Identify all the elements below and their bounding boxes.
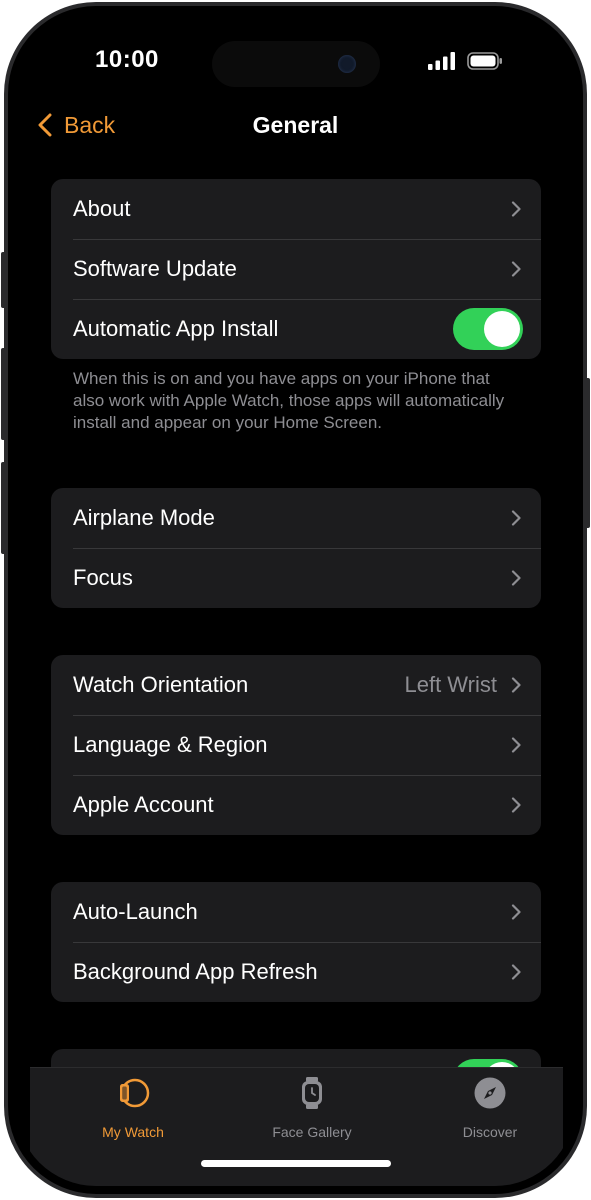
chevron-right-icon [511, 964, 521, 980]
row-background-app-refresh[interactable]: Background App Refresh [51, 942, 541, 1002]
row-label: Apple Account [73, 792, 214, 817]
tab-label: Face Gallery [272, 1124, 352, 1140]
row-label: Automatic App Install [73, 316, 279, 341]
tab-label: My Watch [102, 1124, 164, 1140]
compass-icon [474, 1077, 506, 1109]
row-label: Focus [73, 565, 133, 590]
settings-group-apps: Auto-Launch Background App Refresh [51, 882, 541, 1002]
row-label: Software Update [73, 256, 237, 281]
row-label: Language & Region [73, 732, 268, 757]
row-label: Auto-Launch [73, 899, 198, 924]
screen: 10:00 Back General About Software Update… [16, 14, 575, 1186]
toggle-knob [484, 311, 520, 347]
row-airplane-mode[interactable]: Airplane Mode [51, 488, 541, 548]
chevron-right-icon [511, 570, 521, 586]
row-label: Background App Refresh [73, 959, 318, 984]
tab-my-watch[interactable]: My Watch [58, 1076, 208, 1140]
chevron-right-icon [511, 510, 521, 526]
front-camera [338, 55, 356, 73]
row-language-region[interactable]: Language & Region [51, 715, 541, 775]
row-focus[interactable]: Focus [51, 548, 541, 608]
row-label: Airplane Mode [73, 505, 215, 530]
chevron-right-icon [511, 677, 521, 693]
navigation-bar: Back General [16, 100, 575, 150]
tab-label: Discover [462, 1124, 518, 1140]
watch-icon [120, 1078, 150, 1108]
watch-orientation-value: Left Wrist [404, 672, 497, 697]
automatic-app-install-footnote: When this is on and you have apps on you… [73, 369, 505, 432]
home-indicator[interactable] [201, 1160, 391, 1167]
automatic-app-install-toggle[interactable] [453, 308, 523, 350]
page-title: General [252, 112, 339, 138]
row-software-update[interactable]: Software Update [51, 239, 541, 299]
dynamic-island [212, 41, 380, 87]
status-bar: 10:00 [16, 14, 575, 114]
power-button [585, 378, 590, 528]
cellular-signal-icon [428, 52, 455, 70]
tab-discover[interactable]: Discover [415, 1076, 565, 1140]
row-about[interactable]: About [51, 179, 541, 239]
volume-down-button [1, 462, 6, 554]
tab-bar: My Watch Face Gallery Discover [30, 1067, 563, 1186]
volume-up-button [1, 348, 6, 440]
battery-icon [467, 52, 502, 70]
settings-group-preferences: Watch Orientation Left Wrist Language & … [51, 655, 541, 835]
action-button [1, 252, 6, 308]
settings-group-general: About Software Update Automatic App Inst… [51, 179, 541, 359]
row-auto-launch[interactable]: Auto-Launch [51, 882, 541, 942]
chevron-right-icon [511, 261, 521, 277]
row-watch-orientation[interactable]: Watch Orientation Left Wrist [51, 655, 541, 715]
chevron-right-icon [511, 201, 521, 217]
row-label: Watch Orientation [73, 672, 249, 697]
chevron-right-icon [511, 737, 521, 753]
row-label: About [73, 196, 131, 221]
row-automatic-app-install: Automatic App Install [51, 299, 541, 359]
settings-group-modes: Airplane Mode Focus [51, 488, 541, 608]
watch-face-icon [302, 1077, 322, 1109]
chevron-right-icon [511, 797, 521, 813]
row-apple-account[interactable]: Apple Account [51, 775, 541, 835]
chevron-right-icon [511, 904, 521, 920]
status-time: 10:00 [95, 46, 159, 73]
tab-face-gallery[interactable]: Face Gallery [237, 1076, 387, 1140]
